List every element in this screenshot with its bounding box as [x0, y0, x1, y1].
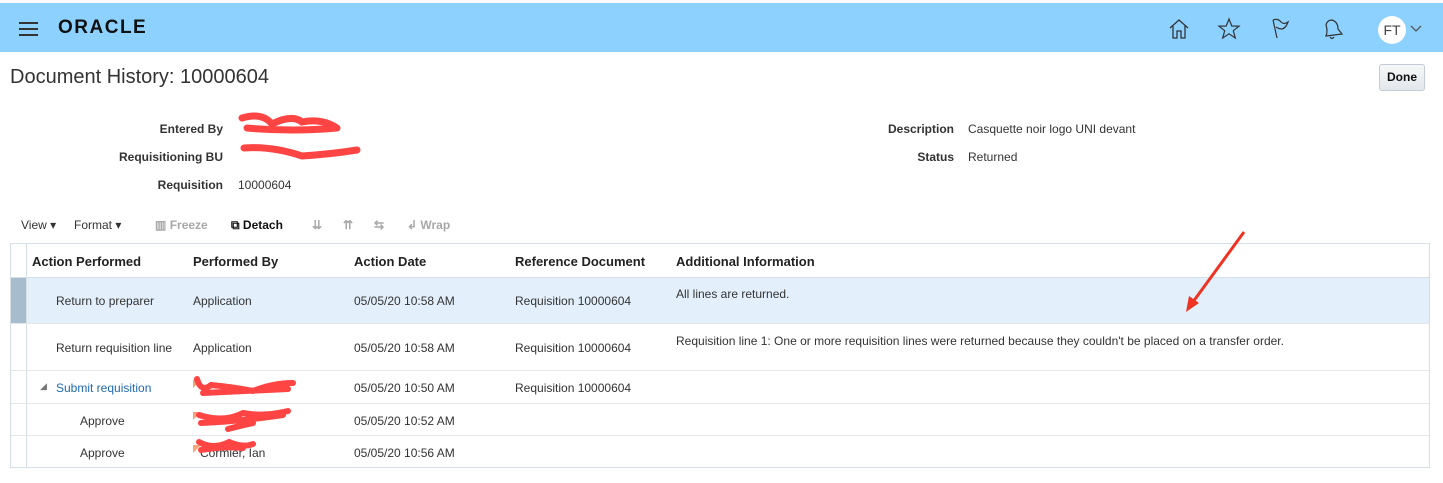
description-label: Description	[887, 122, 954, 136]
info-cell: All lines are returned.	[676, 287, 790, 301]
table-row[interactable]: ◢ Submit requisition 05/05/20 10:50 AM R…	[11, 371, 1429, 404]
status-value: Returned	[968, 150, 1018, 164]
date-cell: 05/05/20 10:52 AM	[354, 414, 455, 428]
performed-by-cell: Application	[193, 294, 252, 308]
reorder-icon[interactable]: ⇆	[374, 218, 384, 232]
action-cell: Return requisition line	[56, 341, 173, 355]
flag-icon[interactable]	[1268, 17, 1292, 41]
freeze-icon: ▥	[155, 218, 167, 232]
format-label: Format	[74, 218, 113, 232]
requisition-label: Requisition	[157, 178, 223, 192]
col-reference[interactable]: Reference Document	[515, 254, 645, 269]
date-cell: 05/05/20 10:58 AM	[354, 294, 455, 308]
row-selector[interactable]	[11, 278, 27, 323]
col-action-date[interactable]: Action Date	[354, 254, 426, 269]
redaction-scribble	[238, 112, 361, 160]
col-additional-info[interactable]: Additional Information	[676, 254, 815, 269]
redaction-scribble	[196, 408, 291, 432]
redaction-scribble	[196, 438, 256, 453]
row-selector[interactable]	[11, 324, 27, 370]
date-cell: 05/05/20 10:50 AM	[354, 381, 455, 395]
menu-icon[interactable]	[19, 22, 38, 36]
entered-by-label: Entered By	[159, 122, 223, 136]
col-action[interactable]: Action Performed	[32, 254, 141, 269]
wrap-button[interactable]: ↲ Wrap	[407, 218, 450, 232]
reference-cell: Requisition 10000604	[515, 381, 632, 395]
page-title: Document History: 10000604	[10, 66, 270, 88]
info-cell: Requisition line 1: One or more requisit…	[676, 334, 1284, 348]
row-selector-header	[11, 244, 27, 277]
format-menu[interactable]: Format ▾	[74, 218, 121, 232]
view-label: View	[21, 218, 47, 232]
status-label: Status	[917, 150, 954, 164]
detach-label: Detach	[242, 218, 283, 232]
reference-cell: Requisition 10000604	[515, 294, 632, 308]
freeze-label: Freeze	[169, 218, 208, 232]
done-button[interactable]: Done	[1379, 64, 1425, 91]
action-cell: Approve	[80, 414, 125, 428]
global-header: ORACLE FT	[0, 3, 1443, 52]
detach-icon: ⧉	[231, 218, 240, 232]
description-value: Casquette noir logo UNI devant	[968, 122, 1136, 136]
view-menu[interactable]: View ▾	[21, 218, 56, 232]
redaction-scribble	[194, 376, 296, 396]
home-icon[interactable]	[1167, 17, 1191, 41]
requisitioning-bu-label: Requisitioning BU	[119, 150, 223, 164]
action-cell: Return to preparer	[56, 294, 155, 308]
chevron-down-icon[interactable]	[1410, 25, 1422, 33]
favorites-star-icon[interactable]	[1217, 17, 1241, 41]
table-row[interactable]: Approve 05/05/20 10:52 AM	[11, 404, 1429, 436]
submit-requisition-link[interactable]: Submit requisition	[56, 381, 151, 395]
move-up-icon[interactable]: ⇈	[343, 218, 353, 232]
annotation-arrow	[1186, 231, 1246, 312]
collapse-triangle-icon[interactable]: ◢	[40, 381, 47, 392]
wrap-icon: ↲	[407, 218, 418, 232]
reference-cell: Requisition 10000604	[515, 341, 632, 355]
requisition-value: 10000604	[238, 178, 292, 192]
action-cell: Approve	[80, 446, 125, 460]
detach-button[interactable]: ⧉ Detach	[231, 218, 283, 233]
row-selector[interactable]	[11, 404, 27, 435]
date-cell: 05/05/20 10:58 AM	[354, 341, 455, 355]
date-cell: 05/05/20 10:56 AM	[354, 446, 455, 460]
table-row[interactable]: Return requisition line Application 05/0…	[11, 324, 1429, 371]
col-performed-by[interactable]: Performed By	[193, 254, 278, 269]
row-selector[interactable]	[11, 436, 27, 468]
row-selector[interactable]	[11, 371, 27, 403]
performed-by-cell: Application	[193, 341, 252, 355]
user-avatar[interactable]: FT	[1378, 16, 1406, 44]
oracle-logo: ORACLE	[58, 17, 148, 38]
wrap-label: Wrap	[420, 218, 451, 232]
notifications-bell-icon[interactable]	[1320, 17, 1344, 41]
table-row[interactable]: Approve Cormier, Ian 05/05/20 10:56 AM	[11, 436, 1429, 468]
freeze-button[interactable]: ▥ Freeze	[155, 218, 208, 232]
move-down-icon[interactable]: ⇊	[312, 218, 322, 232]
